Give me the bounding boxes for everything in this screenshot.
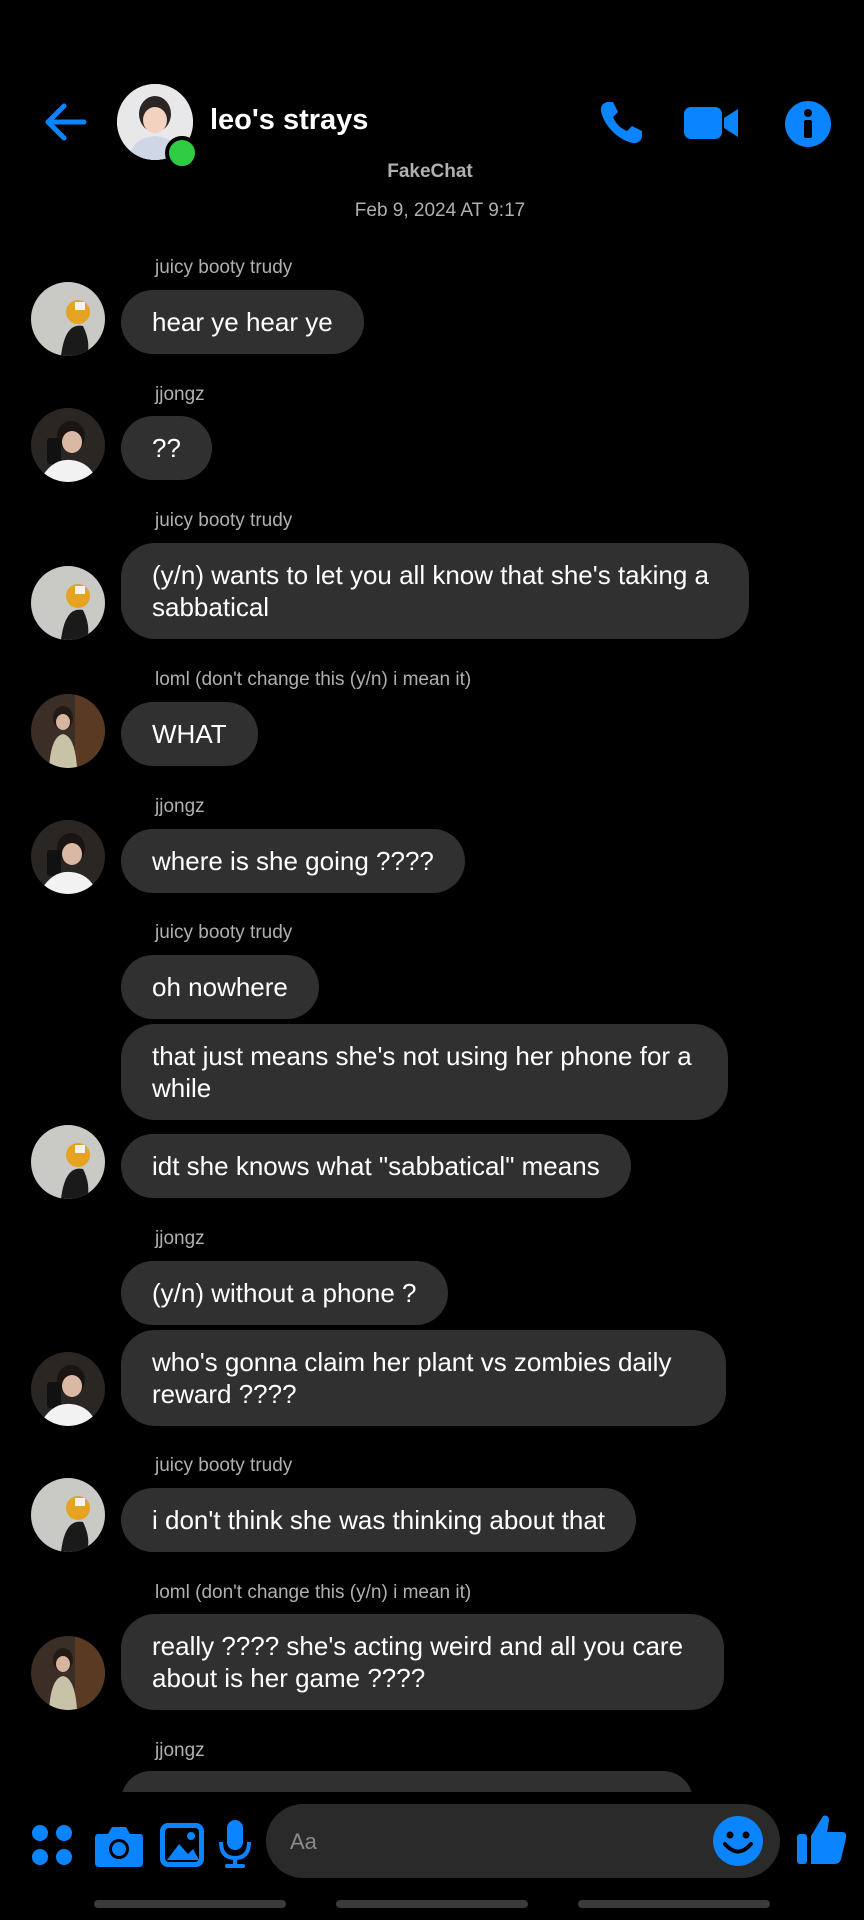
message-bubble[interactable]: i don't think she was thinking about tha… [121,1488,637,1552]
apps-grid-icon[interactable] [30,1823,74,1867]
sender-name: jjongz [155,384,205,405]
sender-name: jjongz [155,1228,205,1249]
emoji-icon[interactable] [712,1815,764,1867]
sender-name: jjongz [155,796,205,817]
avatar-jjongz[interactable] [31,408,105,482]
message-bubble[interactable]: oh nowhere [121,955,319,1019]
avatar-loml[interactable] [31,694,105,768]
message-bubble[interactable]: hear ye hear ye [121,290,364,354]
avatar-jjongz[interactable] [31,820,105,894]
message-bubble[interactable] [121,1771,693,1792]
message-input[interactable] [266,1804,780,1878]
system-nav-bar [336,1900,528,1908]
message-bubble[interactable]: (y/n) without a phone ? [121,1261,448,1325]
message-bubble[interactable]: (y/n) wants to let you all know that she… [121,543,749,639]
message-bubble[interactable]: where is she going ???? [121,829,465,893]
system-nav-bar [578,1900,770,1908]
system-nav-bar [94,1900,286,1908]
avatar-trudy[interactable] [31,282,105,356]
avatar-loml[interactable] [31,1636,105,1710]
sender-name: juicy booty trudy [155,1455,293,1476]
brand-label: FakeChat [387,161,473,182]
message-bubble[interactable]: ?? [121,416,212,480]
avatar-trudy[interactable] [31,1478,105,1552]
message-bubble[interactable]: who's gonna claim her plant vs zombies d… [121,1330,726,1426]
gallery-icon[interactable] [159,1822,205,1868]
avatar-trudy[interactable] [31,1125,105,1199]
camera-icon[interactable] [94,1822,144,1868]
avatar-jjongz[interactable] [31,1352,105,1426]
message-thread[interactable]: FakeChat Feb 9, 2024 AT 9:17 juicy booty… [0,0,864,1792]
sender-name: juicy booty trudy [155,257,293,278]
sender-name: juicy booty trudy [155,510,293,531]
conversation-timestamp: Feb 9, 2024 AT 9:17 [354,200,526,221]
avatar-trudy[interactable] [31,566,105,640]
message-bubble[interactable]: idt she knows what "sabbatical" means [121,1134,631,1198]
sender-name: jjongz [155,1740,205,1761]
message-bubble[interactable]: really ???? she's acting weird and all y… [121,1614,724,1710]
thumbs-up-icon[interactable] [796,1812,848,1866]
message-bubble[interactable]: WHAT [121,702,258,766]
sender-name: loml (don't change this (y/n) i mean it) [155,1582,472,1603]
input-placeholder: Aa [290,1829,317,1854]
microphone-icon[interactable] [217,1818,253,1870]
sender-name: juicy booty trudy [155,922,293,943]
sender-name: loml (don't change this (y/n) i mean it) [155,669,472,690]
message-bubble[interactable]: that just means she's not using her phon… [121,1024,728,1120]
